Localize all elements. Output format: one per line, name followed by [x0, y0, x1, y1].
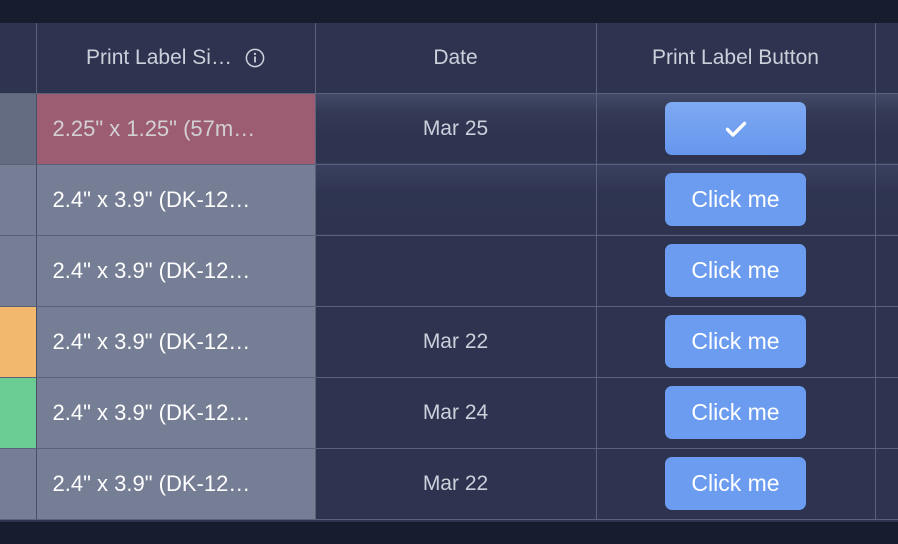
cell-print-label-button: Click me	[596, 448, 876, 520]
column-header-label-size: Print Label Si…	[86, 45, 232, 69]
row-status-indicator[interactable]	[0, 164, 37, 236]
cell-print-label-button: Click me	[596, 235, 876, 307]
column-header-print-label-size[interactable]: Print Label Si…	[36, 23, 316, 94]
print-label-button-label: Click me	[691, 257, 780, 283]
table-row[interactable]: 2.4" x 3.9" (DK-12… Click me	[0, 235, 898, 307]
check-icon	[723, 116, 749, 142]
data-grid-viewport[interactable]: Print Label Si… Date Print Label Button …	[0, 23, 898, 522]
row-status-indicator[interactable]	[0, 448, 37, 520]
cell-print-label-size[interactable]: 2.4" x 3.9" (DK-12…	[36, 448, 316, 520]
cell-print-label-size[interactable]: 2.4" x 3.9" (DK-12…	[36, 164, 316, 236]
cell-date[interactable]: Mar 25	[315, 93, 597, 165]
cell-date[interactable]: Mar 22	[315, 448, 597, 520]
cell-date[interactable]: Mar 22	[315, 306, 597, 378]
cell-tail	[875, 164, 898, 236]
print-label-button[interactable]: Click me	[665, 386, 806, 439]
print-label-button[interactable]: Click me	[665, 315, 806, 368]
table-row[interactable]: 2.4" x 3.9" (DK-12… Mar 22 Click me	[0, 306, 898, 378]
table-row[interactable]: 2.4" x 3.9" (DK-12… Mar 24 Click me	[0, 377, 898, 449]
cell-tail	[875, 448, 898, 520]
cell-print-label-size[interactable]: 2.4" x 3.9" (DK-12…	[36, 306, 316, 378]
cell-tail	[875, 235, 898, 307]
print-label-button-label: Click me	[691, 186, 780, 212]
print-label-button[interactable]: Click me	[665, 244, 806, 297]
cell-print-label-size[interactable]: 2.4" x 3.9" (DK-12…	[36, 377, 316, 449]
top-chrome-bar	[0, 0, 898, 23]
cell-date[interactable]	[315, 235, 597, 307]
bottom-chrome-bar	[0, 522, 898, 544]
print-label-button-label: Click me	[691, 328, 780, 354]
cell-tail	[875, 377, 898, 449]
grid-header: Print Label Si… Date Print Label Button	[0, 23, 898, 94]
header-row: Print Label Si… Date Print Label Button	[0, 23, 898, 94]
cell-date[interactable]	[315, 164, 597, 236]
row-status-indicator[interactable]	[0, 93, 37, 165]
grid-body: 2.25" x 1.25" (57m… Mar 25 2.4" x 3.9" (DK…	[0, 93, 898, 520]
cell-print-label-button: Click me	[596, 164, 876, 236]
print-label-button-label: Click me	[691, 399, 780, 425]
cell-tail	[875, 93, 898, 165]
print-label-button[interactable]	[665, 102, 806, 155]
cell-print-label-button: Click me	[596, 377, 876, 449]
print-label-button[interactable]: Click me	[665, 173, 806, 226]
column-header-print-label-button[interactable]: Print Label Button	[596, 23, 876, 94]
column-header-status[interactable]	[0, 23, 37, 94]
column-header-label-date: Date	[433, 45, 478, 69]
cell-print-label-button: Click me	[596, 306, 876, 378]
table-row[interactable]: 2.4" x 3.9" (DK-12… Mar 22 Click me	[0, 448, 898, 520]
cell-print-label-size[interactable]: 2.4" x 3.9" (DK-12…	[36, 235, 316, 307]
row-status-indicator[interactable]	[0, 306, 37, 378]
table-row[interactable]: 2.4" x 3.9" (DK-12… Click me	[0, 164, 898, 236]
table-row[interactable]: 2.25" x 1.25" (57m… Mar 25	[0, 93, 898, 165]
info-icon[interactable]	[245, 48, 265, 68]
print-label-button[interactable]: Click me	[665, 457, 806, 510]
row-status-indicator[interactable]	[0, 377, 37, 449]
print-label-button-label: Click me	[691, 470, 780, 496]
cell-print-label-size[interactable]: 2.25" x 1.25" (57m…	[36, 93, 316, 165]
cell-tail	[875, 306, 898, 378]
app-root: Print Label Si… Date Print Label Button …	[0, 0, 898, 544]
column-header-label-button: Print Label Button	[652, 45, 819, 69]
cell-print-label-button	[596, 93, 876, 165]
column-header-date[interactable]: Date	[315, 23, 597, 94]
column-header-tail[interactable]	[875, 23, 898, 94]
data-grid: Print Label Si… Date Print Label Button …	[0, 23, 898, 520]
cell-date[interactable]: Mar 24	[315, 377, 597, 449]
row-status-indicator[interactable]	[0, 235, 37, 307]
